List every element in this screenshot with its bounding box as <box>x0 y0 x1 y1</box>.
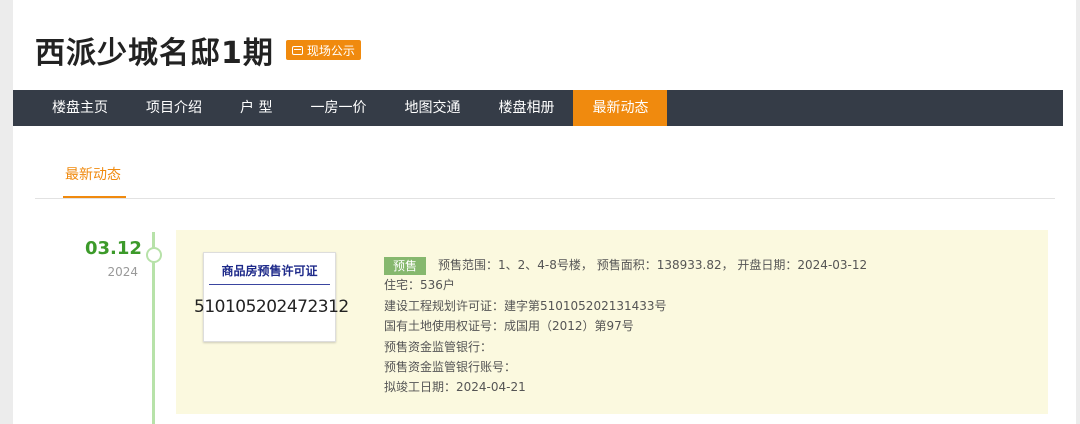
info-line: 预售资金监管银行： <box>384 339 493 354</box>
info-line: 预售资金监管银行账号： <box>384 360 517 375</box>
page-title: 西派少城名邸1期 <box>35 36 274 71</box>
nav-item-home[interactable]: 楼盘主页 <box>13 90 127 126</box>
info-line: 拟竣工日期：2024-04-21 <box>384 380 526 395</box>
nav-item-intro[interactable]: 项目介绍 <box>127 90 221 126</box>
page-container: 西派少城名邸1期 现场公示 楼盘主页 项目介绍 户 型 一房一价 地图交通 楼盘… <box>13 0 1076 424</box>
subtab-news[interactable]: 最新动态 <box>65 164 121 184</box>
presale-tag: 预售 <box>384 256 427 275</box>
info-line: 国有土地使用权证号：成国用（2012）第97号 <box>384 319 634 334</box>
onsite-notice-badge[interactable]: 现场公示 <box>285 40 361 60</box>
timeline-dot <box>146 247 162 263</box>
permit-card[interactable]: 商品房预售许可证 510105202472312 <box>194 252 349 342</box>
news-card: 商品房预售许可证 510105202472312 预售 预售范围：1、2、4-8号… <box>176 230 1048 414</box>
timeline-year: 2024 <box>107 265 138 279</box>
presale-info: 预售 预售范围：1、2、4-8号楼， 预售面积：138933.82， 开盘日期：2… <box>384 255 867 398</box>
nav-item-prices[interactable]: 一房一价 <box>291 90 385 126</box>
permit-rule <box>209 284 330 285</box>
screen-icon <box>291 45 303 55</box>
title-row: 西派少城名邸1期 现场公示 <box>35 30 361 71</box>
info-summary-row: 预售 预售范围：1、2、4-8号楼， 预售面积：138933.82， 开盘日期：2… <box>384 255 867 275</box>
info-line: 建设工程规划许可证：建字第510105202131433号 <box>384 298 667 313</box>
badge-label: 现场公示 <box>306 43 355 58</box>
permit-title: 商品房预售许可证 <box>221 264 318 278</box>
nav-item-floorplans[interactable]: 户 型 <box>221 90 291 126</box>
section-divider <box>35 198 1055 199</box>
permit-number: 510105202472312 <box>194 297 349 317</box>
timeline-date: 03.12 <box>85 238 142 259</box>
nav-item-album[interactable]: 楼盘相册 <box>479 90 573 126</box>
nav-item-map[interactable]: 地图交通 <box>385 90 479 126</box>
info-line: 住宅：536户 <box>384 278 455 293</box>
main-nav: 楼盘主页 项目介绍 户 型 一房一价 地图交通 楼盘相册 最新动态 <box>13 90 1063 126</box>
presale-summary: 预售范围：1、2、4-8号楼， 预售面积：138933.82， 开盘日期：202… <box>438 258 868 272</box>
nav-item-news[interactable]: 最新动态 <box>573 90 668 126</box>
